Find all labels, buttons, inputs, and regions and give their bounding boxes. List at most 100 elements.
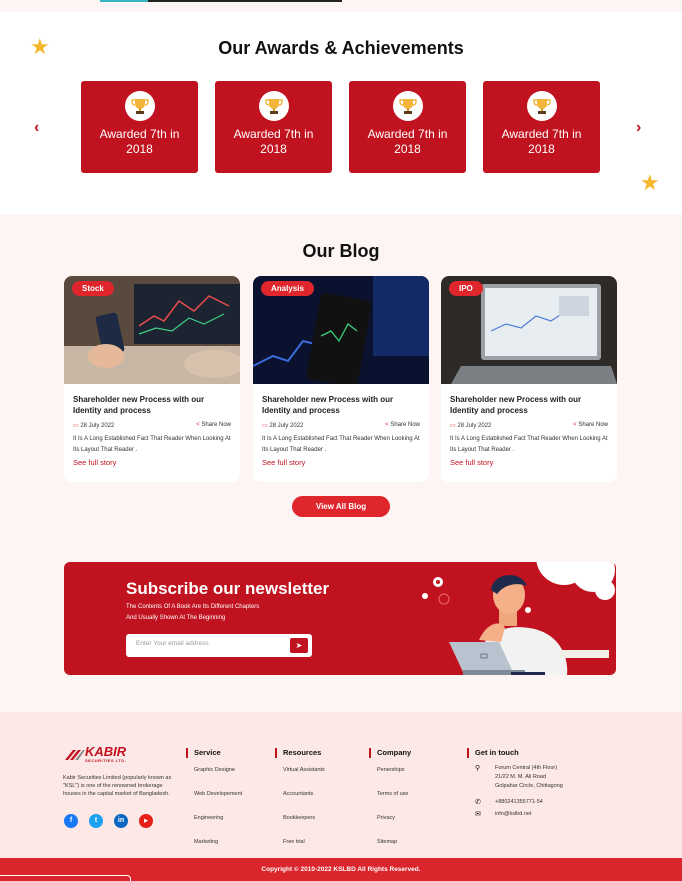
- award-label: Awarded 7th in 2018: [233, 127, 314, 156]
- trophy-icon: [392, 91, 423, 121]
- share-label: Share Now: [390, 422, 420, 428]
- see-full-story-link[interactable]: See full story: [73, 458, 231, 467]
- blog-tag[interactable]: IPO: [449, 281, 483, 296]
- newsletter-subtitle-line1: The Contents Of A Book Are Its Different…: [126, 604, 260, 610]
- award-card[interactable]: Awarded 7th in 2018: [215, 81, 332, 173]
- share-label: Share Now: [201, 422, 231, 428]
- mail-icon: ✉: [475, 811, 481, 818]
- footer-contact-column: Get in touch ⚲ Forum Central (4th Floor)…: [467, 748, 563, 819]
- email-address: info@kslbd.net: [495, 811, 532, 817]
- blog-post-title[interactable]: Shareholder new Process with our Identit…: [73, 394, 231, 416]
- blog-date: ▭ 28 July 2022: [73, 422, 114, 429]
- footer-link[interactable]: Graphic Designe: [194, 766, 242, 782]
- award-card[interactable]: Awarded 7th in 2018: [349, 81, 466, 173]
- share-button[interactable]: < Share Now: [196, 422, 231, 429]
- blog-description: It Is A Long Established Fact That Reade…: [73, 436, 231, 453]
- get-in-touch-heading: Get in touch: [467, 748, 563, 758]
- star-icon: ★: [640, 170, 660, 195]
- newsletter-form: ➤: [126, 634, 312, 657]
- footer: KABIR SECURITIES LTD. Kabir Securities L…: [0, 712, 682, 858]
- trophy-icon: [124, 91, 155, 121]
- awards-title: Our Awards & Achievements: [218, 38, 464, 58]
- phone-icon: ✆: [475, 799, 481, 806]
- email[interactable]: ✉ info@kslbd.net: [475, 810, 563, 819]
- footer-link[interactable]: Free trial: [283, 838, 325, 854]
- footer-link[interactable]: Penerships: [377, 766, 411, 782]
- trophy-icon: [258, 91, 289, 121]
- logo-text: KABIR SECURITIES LTD.: [85, 745, 127, 763]
- blog-date: ▭ 28 July 2022: [450, 422, 491, 429]
- youtube-icon[interactable]: ▶: [139, 814, 153, 828]
- footer-link[interactable]: Accountants: [283, 790, 325, 806]
- phone[interactable]: ✆ +880241355771-54: [475, 798, 563, 807]
- award-card[interactable]: Awarded 7th in 2018: [81, 81, 198, 173]
- blog-title: Our Blog: [302, 241, 380, 261]
- footer-link[interactable]: Privacy: [377, 814, 411, 830]
- chevron-right-icon[interactable]: ›: [636, 119, 641, 137]
- twitter-icon[interactable]: t: [89, 814, 103, 828]
- footer-link[interactable]: Engineering: [194, 814, 242, 830]
- linkedin-glyph: in: [117, 817, 125, 824]
- logo-mark-icon: [65, 749, 85, 760]
- social-links: f t in ▶: [64, 814, 153, 828]
- share-label: Share Now: [578, 422, 608, 428]
- blog-image: IPO: [441, 276, 617, 384]
- service-heading: Service: [186, 748, 242, 758]
- email-input[interactable]: [136, 640, 276, 647]
- share-button[interactable]: < Share Now: [385, 422, 420, 429]
- newsletter-subtitle-line2: And Usually Shown At The Beginning: [126, 615, 226, 621]
- linkedin-icon[interactable]: in: [114, 814, 128, 828]
- bottom-tab[interactable]: [0, 875, 131, 881]
- footer-link[interactable]: Virtual Assistants: [283, 766, 325, 782]
- award-card[interactable]: Awarded 7th in 2018: [483, 81, 600, 173]
- chevron-left-icon[interactable]: ‹: [34, 119, 39, 137]
- address-line: Forum Central (4th Floor): [495, 765, 558, 771]
- blog-tag[interactable]: Stock: [72, 281, 114, 296]
- view-all-blog-button[interactable]: View All Blog: [292, 496, 390, 517]
- blog-date: ▭ 28 July 2022: [262, 422, 303, 429]
- address: ⚲ Forum Central (4th Floor) 21/22 M. M. …: [475, 764, 563, 791]
- blog-image: Analysis: [253, 276, 429, 384]
- awards-section: ★ ★ Our Awards & Achievements ‹ › Awarde…: [0, 12, 682, 214]
- send-icon: ➤: [295, 641, 303, 650]
- share-button[interactable]: < Share Now: [573, 422, 608, 429]
- blog-tag[interactable]: Analysis: [261, 281, 314, 296]
- blog-description: It Is A Long Established Fact That Reade…: [450, 436, 608, 453]
- calendar-icon: ▭: [262, 423, 268, 429]
- facebook-glyph: f: [69, 817, 73, 824]
- trophy-icon: [526, 91, 557, 121]
- facebook-icon[interactable]: f: [64, 814, 78, 828]
- calendar-icon: ▭: [73, 423, 79, 429]
- blog-post-title[interactable]: Shareholder new Process with our Identit…: [450, 394, 608, 416]
- send-button[interactable]: ➤: [290, 638, 308, 653]
- footer-link[interactable]: Sitemap: [377, 838, 411, 854]
- blog-card[interactable]: Analysis Shareholder new Process with ou…: [253, 276, 429, 482]
- top-progress-bar: [0, 0, 682, 12]
- see-full-story-link[interactable]: See full story: [262, 458, 420, 467]
- location-icon: ⚲: [475, 765, 481, 772]
- address-line: Golpahar Circle, Chittagong: [495, 783, 563, 789]
- footer-service-column: Service Graphic Designe Web Developement…: [186, 748, 242, 854]
- date-text: 28 July 2022: [269, 423, 304, 429]
- calendar-icon: ▭: [450, 423, 456, 429]
- newsletter-banner: Subscribe our newsletter The Contents Of…: [64, 562, 616, 675]
- award-label: Awarded 7th in 2018: [501, 127, 582, 156]
- address-line: 21/22 M. M. Ali Road: [495, 774, 547, 780]
- footer-company-column: Company Penerships Terms of use Privacy …: [369, 748, 411, 854]
- footer-link[interactable]: Marketing: [194, 838, 242, 854]
- date-text: 28 July 2022: [457, 423, 492, 429]
- footer-link[interactable]: Web Developement: [194, 790, 242, 806]
- blog-card[interactable]: Stock Shareholder new Process with our I…: [64, 276, 240, 482]
- share-icon: <: [196, 422, 200, 428]
- blog-card[interactable]: IPO Shareholder new Process with our Ide…: [441, 276, 617, 482]
- see-full-story-link[interactable]: See full story: [450, 458, 608, 467]
- progress-segment: [148, 0, 342, 2]
- kabir-logo[interactable]: KABIR SECURITIES LTD.: [63, 745, 127, 763]
- logo-tagline: SECURITIES LTD.: [85, 758, 127, 763]
- footer-link[interactable]: Bookkeepers: [283, 814, 325, 830]
- blog-post-title[interactable]: Shareholder new Process with our Identit…: [262, 394, 420, 416]
- blog-description: It Is A Long Established Fact That Reade…: [262, 436, 420, 453]
- footer-resources-column: Resources Virtual Assistants Accountants…: [275, 748, 325, 854]
- company-heading: Company: [369, 748, 411, 758]
- footer-link[interactable]: Terms of use: [377, 790, 411, 806]
